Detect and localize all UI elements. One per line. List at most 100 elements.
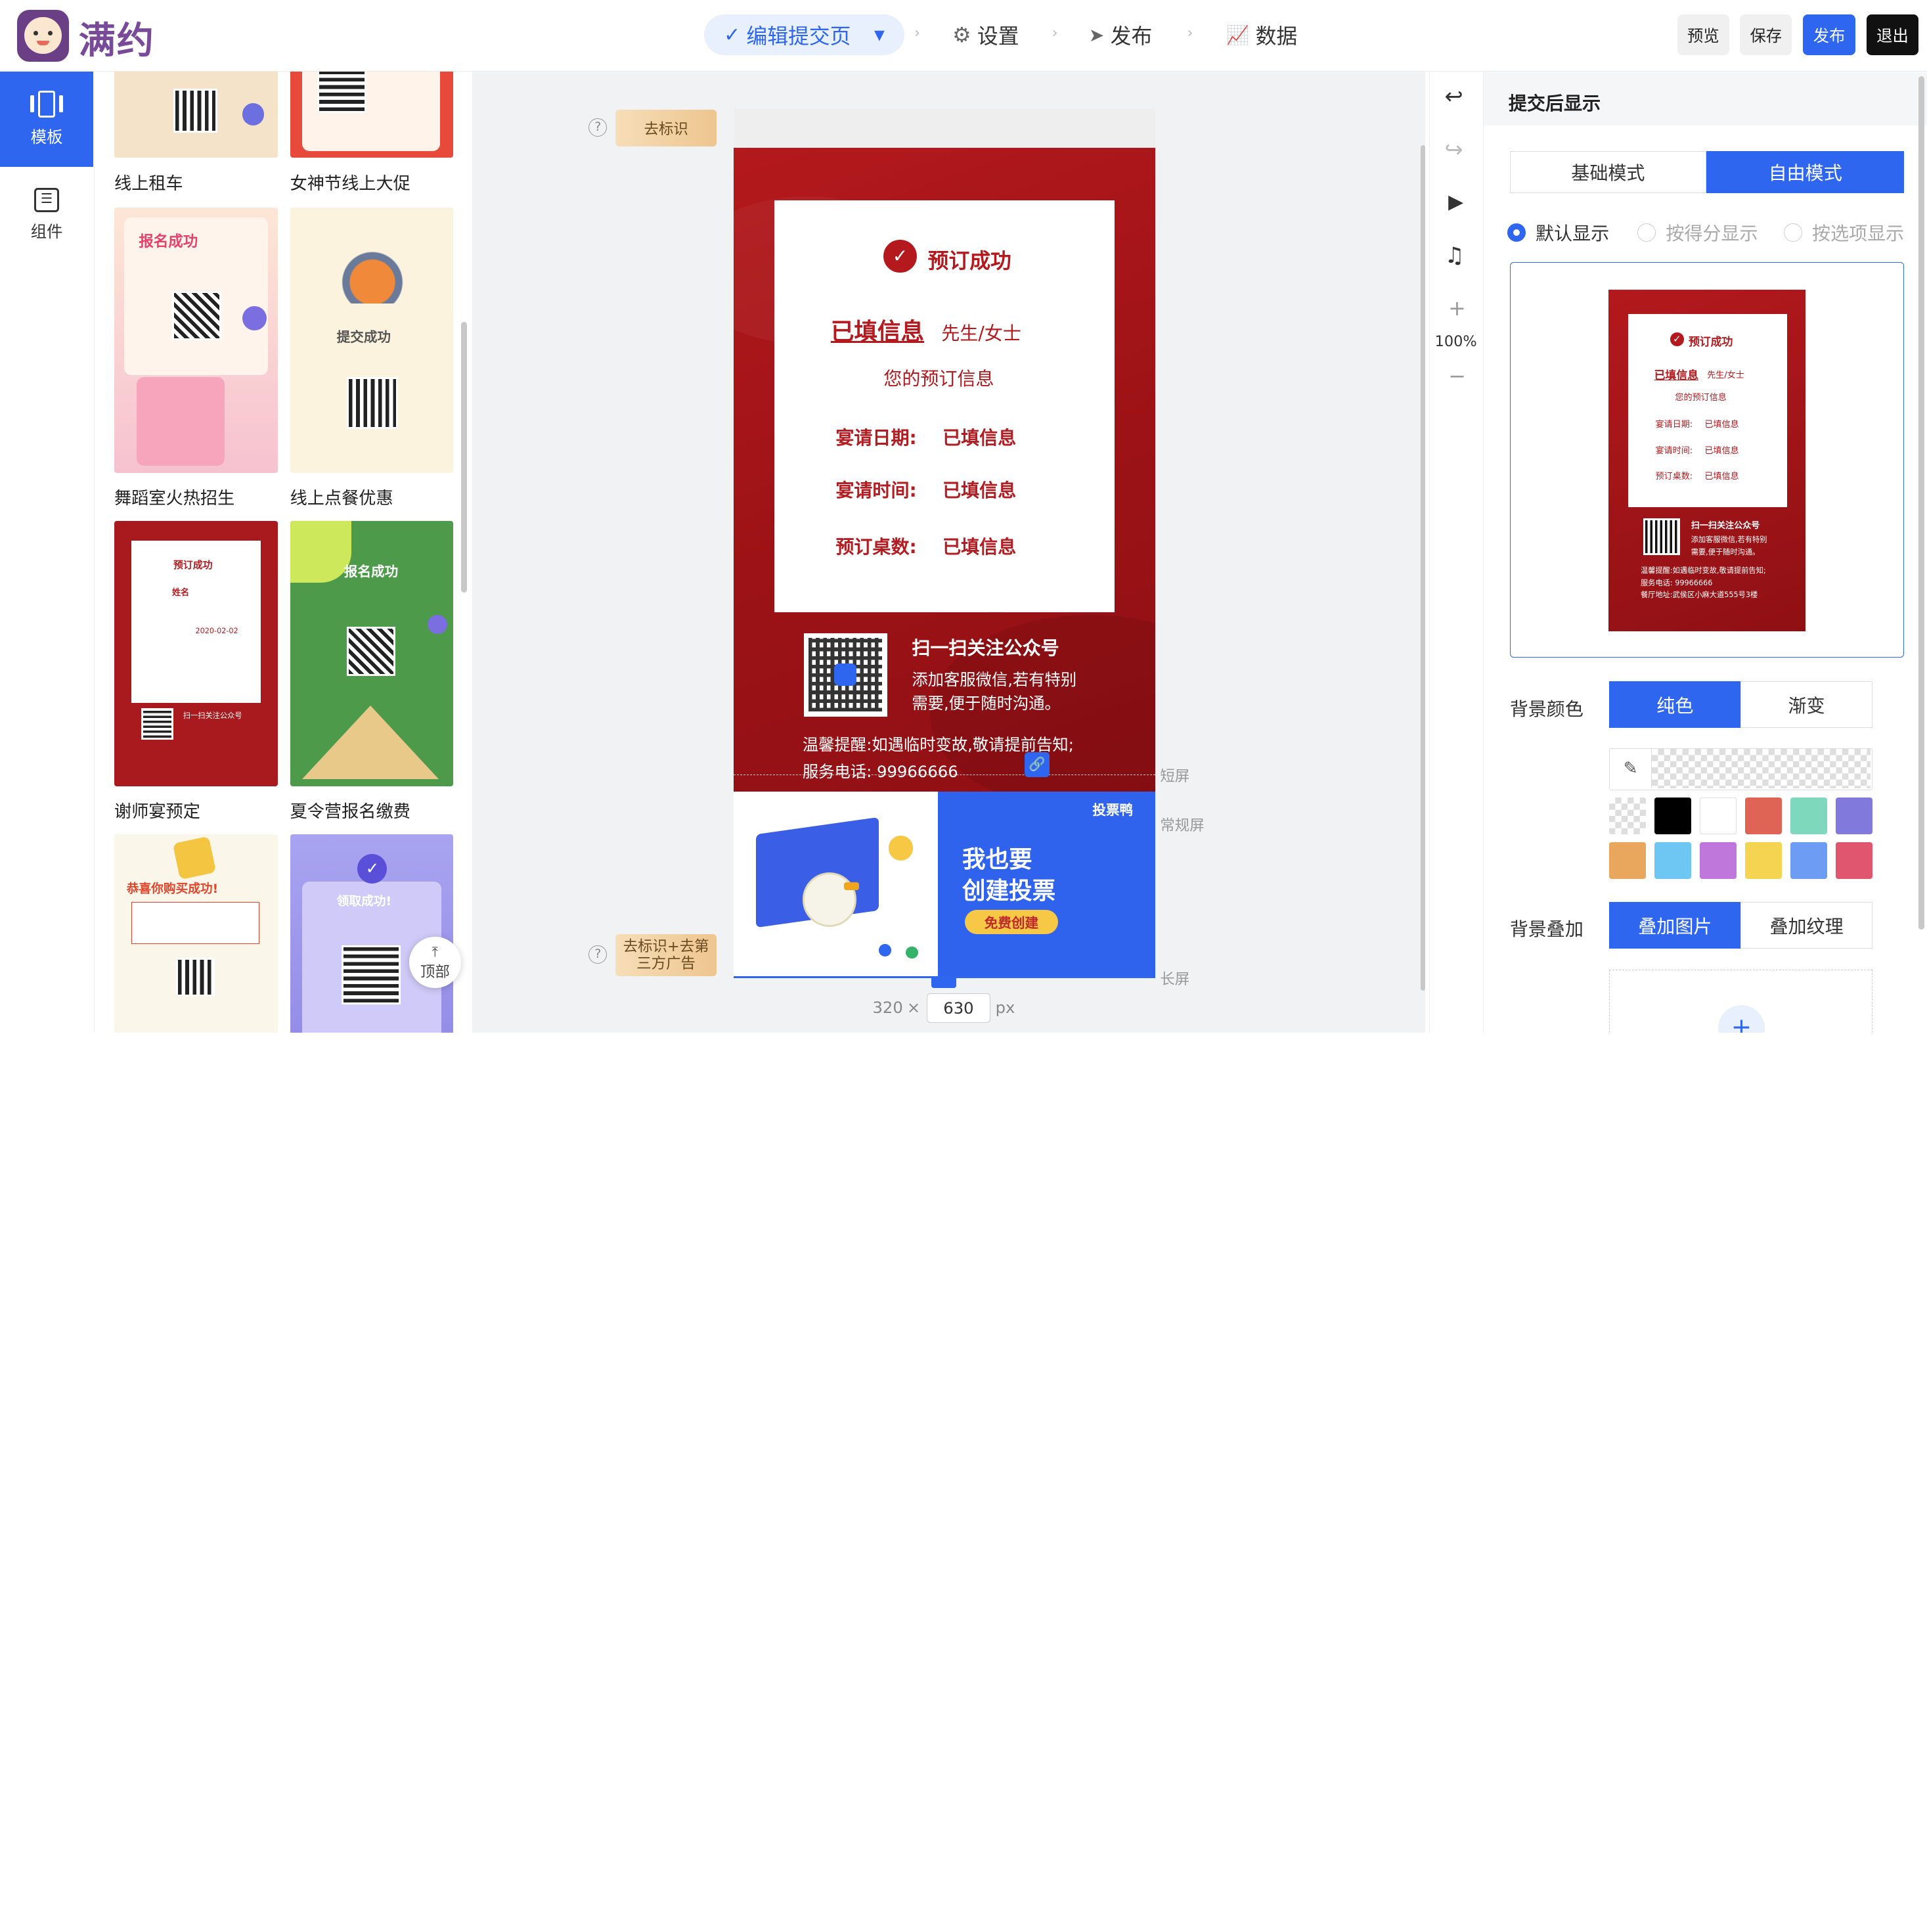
radio-default-display[interactable]: 默认显示 <box>1507 219 1609 246</box>
undo-icon[interactable]: ↩ <box>1445 83 1463 109</box>
row-value[interactable]: 已填信息 <box>942 423 1016 450</box>
color-picker-field[interactable]: ✎ <box>1609 748 1872 791</box>
step-label: 数据 <box>1255 24 1298 49</box>
canvas-scrollbar[interactable] <box>1420 145 1426 991</box>
your-info-text[interactable]: 您的预订信息 <box>883 364 994 391</box>
template-card-dance-studio[interactable]: 报名成功 <box>114 208 278 474</box>
resize-handle[interactable] <box>931 976 956 989</box>
template-card-summer-camp[interactable]: 报名成功 <box>290 521 454 787</box>
scan-desc-line1[interactable]: 添加客服微信,若有特别 <box>912 667 1076 690</box>
scan-desc-line2[interactable]: 需要,便于随时沟通。 <box>912 691 1061 714</box>
template-card-teacher-banquet[interactable]: 预订成功 姓名 2020-02-02 扫一扫关注公众号 <box>114 521 278 787</box>
color-swatch[interactable] <box>1609 842 1647 879</box>
color-swatch[interactable] <box>1699 842 1737 879</box>
color-swatch[interactable] <box>1654 842 1692 879</box>
music-icon[interactable]: ♫ <box>1445 242 1465 268</box>
panel-scrollbar[interactable] <box>1918 76 1925 930</box>
redo-icon[interactable]: ↪ <box>1445 137 1463 162</box>
bg-solid-tab[interactable]: 纯色 <box>1609 681 1741 728</box>
publish-button[interactable]: 发布 <box>1802 14 1856 56</box>
radio-by-score[interactable]: 按得分显示 <box>1637 219 1758 246</box>
zoom-out-icon[interactable]: − <box>1448 364 1466 388</box>
color-swatch[interactable] <box>1744 798 1782 835</box>
color-swatch[interactable] <box>1699 798 1737 835</box>
bg-gradient-tab[interactable]: 渐变 <box>1740 681 1872 728</box>
help-icon[interactable]: ? <box>588 118 608 137</box>
template-card-goddess-day[interactable] <box>290 71 454 158</box>
radio-by-option[interactable]: 按选项显示 <box>1783 219 1904 246</box>
color-swatch[interactable] <box>1654 798 1692 835</box>
template-name: 舞蹈室火热招生 <box>114 489 235 509</box>
row-label[interactable]: 宴请日期: <box>835 423 916 450</box>
add-icon[interactable]: + <box>1717 1004 1765 1033</box>
color-swatch[interactable] <box>1790 842 1827 879</box>
row-value[interactable]: 已填信息 <box>942 532 1016 559</box>
tool-column: ↩ ↪ ▶ ♫ + 100% − <box>1429 71 1482 1033</box>
zoom-in-icon[interactable]: + <box>1448 296 1466 321</box>
add-image-dropzone[interactable]: + <box>1609 970 1872 1033</box>
sir-madam-text[interactable]: 先生/女士 <box>941 319 1021 346</box>
ad-cta-button[interactable]: 免费创建 <box>964 909 1058 935</box>
template-card-claim-success[interactable]: ✓ 领取成功! <box>290 834 454 1033</box>
template-card-purchase-success[interactable]: 恭喜你购买成功! <box>114 834 278 1033</box>
row-label[interactable]: 预订桌数: <box>835 532 916 559</box>
template-list-scrollbar[interactable] <box>460 322 467 593</box>
color-swatch[interactable] <box>1744 842 1782 879</box>
left-rail: 模板 ☰ 组件 <box>0 71 95 1033</box>
wechat-qr-code[interactable] <box>803 633 887 717</box>
row-value[interactable]: 已填信息 <box>942 476 1016 503</box>
submit-page-thumbnail[interactable]: ✓ 预订成功 已填信息 先生/女士 您的预订信息 宴请日期: 已填信息 宴请时间… <box>1509 261 1905 658</box>
long-screen-label: 长屏 <box>1160 970 1190 988</box>
template-name: 线上租车 <box>114 174 183 194</box>
remove-logo-badge[interactable]: 去标识 <box>615 109 717 146</box>
rail-item-template[interactable]: 模板 <box>0 71 94 168</box>
logo-icon[interactable] <box>17 9 69 62</box>
canvas-height-input[interactable]: 630 <box>926 993 991 1023</box>
thumb-row-value: 已填信息 <box>1704 471 1739 482</box>
step-settings[interactable]: ⚙ 设置 <box>952 14 1019 55</box>
ad-brand: 投票鸭 <box>1092 802 1134 819</box>
phone-status-bar <box>734 108 1155 148</box>
thumb-row-label: 预订桌数: <box>1655 471 1693 482</box>
free-mode-tab[interactable]: 自由模式 <box>1706 151 1905 193</box>
link-icon[interactable]: 🔗 <box>1025 752 1050 777</box>
thumb-row-value: 已填信息 <box>1704 445 1739 456</box>
template-card-car-rental[interactable] <box>114 71 278 158</box>
template-card-online-order[interactable]: 提交成功 <box>290 208 454 474</box>
radio-label: 默认显示 <box>1535 223 1610 245</box>
color-swatch[interactable] <box>1835 842 1872 879</box>
scan-title[interactable]: 扫一扫关注公众号 <box>912 633 1059 660</box>
step-edit-submit-page[interactable]: ✓ 编辑提交页 ▼ <box>704 14 905 56</box>
basic-mode-tab[interactable]: 基础模式 <box>1509 151 1707 193</box>
send-icon: ➤ <box>1088 24 1105 46</box>
color-swatch[interactable] <box>1835 798 1872 835</box>
play-icon[interactable]: ▶ <box>1448 191 1463 213</box>
rail-item-component[interactable]: ☰ 组件 <box>0 167 93 263</box>
overlay-image-tab[interactable]: 叠加图片 <box>1609 902 1741 949</box>
exit-button[interactable]: 退出 <box>1867 14 1918 56</box>
third-party-ad[interactable]: 投票鸭 我也要 创建投票 免费创建 <box>734 791 1155 976</box>
eyedropper-icon[interactable]: ✎ <box>1610 749 1652 789</box>
thumb-row-label: 宴请时间: <box>1655 445 1693 456</box>
phone-text[interactable]: 服务电话: 99966666 <box>803 759 958 782</box>
info-card[interactable]: ✓ 预订成功 已填信息 先生/女士 您的预订信息 宴请日期: 已填信息 宴请时间… <box>774 200 1115 612</box>
remove-logo-ad-badge[interactable]: 去标识+去第三方广告 <box>615 934 717 976</box>
color-swatch[interactable] <box>1790 798 1827 835</box>
thumb-text: 报名成功 <box>343 564 399 580</box>
swatch-transparent[interactable] <box>1609 798 1647 835</box>
step-data[interactable]: 📈 数据 <box>1226 14 1297 55</box>
caret-down-icon[interactable]: ▼ <box>874 27 885 43</box>
row-label[interactable]: 宴请时间: <box>835 476 916 503</box>
step-publish[interactable]: ➤ 发布 <box>1089 14 1152 55</box>
check-circle-icon: ✓ <box>883 239 917 273</box>
overlay-texture-tab[interactable]: 叠加纹理 <box>1740 902 1872 949</box>
filled-info-text[interactable]: 已填信息 <box>831 313 924 347</box>
save-button[interactable]: 保存 <box>1740 14 1792 56</box>
panel-title: 提交后显示 <box>1484 71 1927 125</box>
step-label: 编辑提交页 <box>746 24 851 49</box>
unit-label: px <box>995 998 1015 1018</box>
preview-button[interactable]: 预览 <box>1677 14 1729 56</box>
thumb-text: 姓名 <box>171 587 190 598</box>
success-title[interactable]: 预订成功 <box>928 244 1011 275</box>
back-to-top-button[interactable]: ⤒ 顶部 <box>409 936 461 989</box>
